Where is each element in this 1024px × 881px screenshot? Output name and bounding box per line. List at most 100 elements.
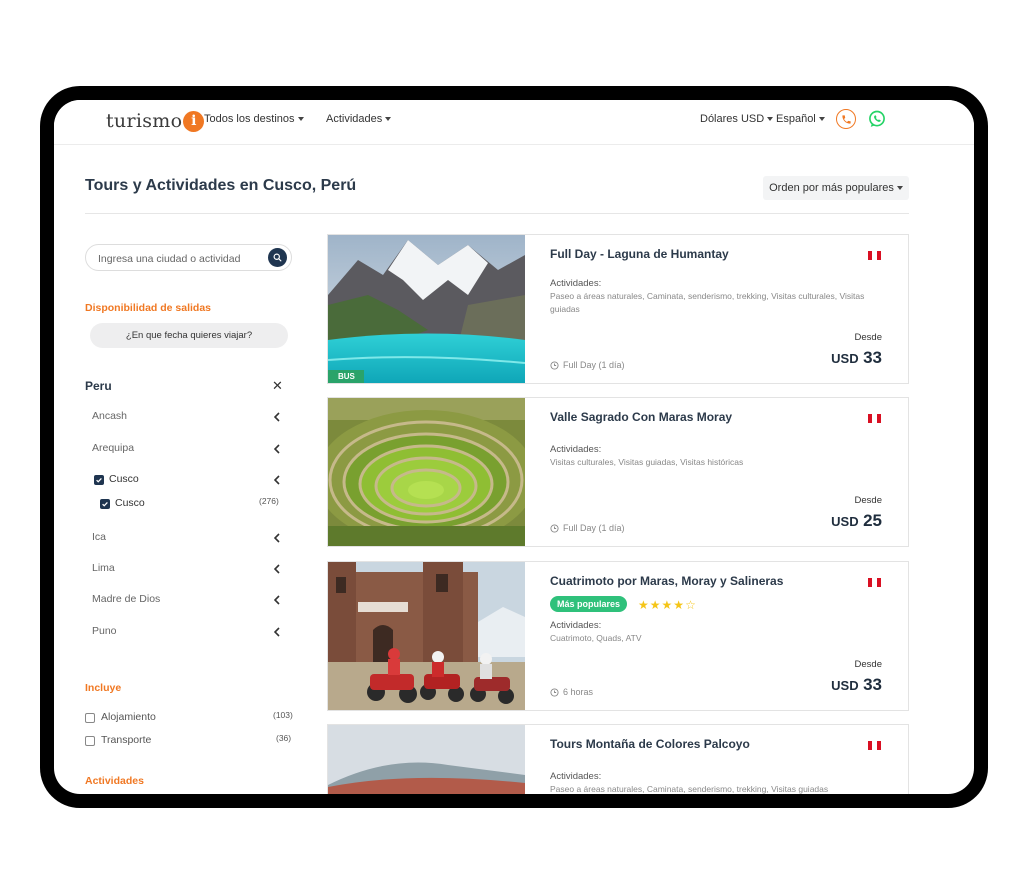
- price-amount: 25: [863, 511, 882, 530]
- tour-image-moray[interactable]: [328, 398, 525, 546]
- caret-down-icon: [767, 117, 774, 121]
- alojamiento-count: (103): [273, 710, 293, 720]
- whatsapp-button[interactable]: [867, 109, 887, 129]
- phone-button[interactable]: [836, 109, 856, 129]
- tour-duration: Full Day (1 día): [550, 360, 625, 370]
- tour-duration: Full Day (1 día): [550, 523, 625, 533]
- region-madre-de-dios[interactable]: Madre de Dios: [92, 593, 160, 605]
- language-label: Español: [776, 113, 816, 125]
- chevron-left-icon[interactable]: [274, 564, 280, 574]
- region-cusco-checkbox[interactable]: [94, 475, 104, 485]
- tablet-frame: turismo i Todos los destinos Actividades…: [40, 86, 988, 808]
- chevron-left-icon[interactable]: [274, 627, 280, 637]
- subregion-cusco-checkbox[interactable]: [100, 499, 110, 509]
- clock-icon: [550, 687, 559, 697]
- transporte-checkbox[interactable]: [85, 736, 95, 746]
- search-box: [85, 244, 292, 271]
- region-cusco[interactable]: Cusco: [109, 473, 139, 485]
- activities-filter-title: Actividades: [85, 775, 144, 787]
- caret-down-icon: [896, 186, 903, 190]
- clock-icon: [550, 523, 559, 533]
- currency-label: Dólares USD: [700, 113, 765, 125]
- nav-actividades-label: Actividades: [326, 113, 383, 125]
- country-filter-title: Peru: [85, 379, 112, 393]
- duration-text: 6 horas: [563, 687, 594, 697]
- clock-icon: [550, 360, 559, 370]
- search-button[interactable]: [268, 248, 287, 267]
- caret-down-icon: [818, 117, 825, 121]
- language-dropdown[interactable]: Español: [776, 113, 825, 125]
- from-label: Desde: [854, 495, 882, 506]
- availability-title: Disponibilidad de salidas: [85, 302, 212, 314]
- tour-price: USD 33: [831, 675, 882, 695]
- chevron-left-icon[interactable]: [274, 533, 280, 543]
- star-filled-icon: ★: [661, 598, 674, 612]
- chevron-left-icon[interactable]: [274, 595, 280, 605]
- region-puno[interactable]: Puno: [92, 625, 117, 637]
- activities-label: Actividades:: [550, 278, 602, 289]
- nav-actividades-dropdown[interactable]: Actividades: [326, 113, 392, 125]
- price-currency: USD: [831, 351, 859, 366]
- alojamiento-checkbox[interactable]: [85, 713, 95, 723]
- date-picker-button[interactable]: ¿En que fecha quieres viajar?: [90, 323, 288, 348]
- atv-church-image: [328, 562, 525, 710]
- search-input[interactable]: [96, 248, 265, 269]
- region-lima[interactable]: Lima: [92, 562, 115, 574]
- tour-title[interactable]: Tours Montaña de Colores Palcoyo: [550, 737, 750, 751]
- logo-info-icon: i: [183, 110, 205, 132]
- top-navbar: turismo i Todos los destinos Actividades…: [54, 100, 974, 145]
- duration-text: Full Day (1 día): [563, 360, 625, 370]
- activities-list: Visitas culturales, Visitas guiadas, Vis…: [550, 457, 744, 467]
- humantay-lagoon-image: [328, 235, 525, 383]
- tablet-screen: turismo i Todos los destinos Actividades…: [54, 100, 974, 794]
- rainbow-mountain-image: [328, 725, 525, 794]
- peru-flag-icon: [868, 414, 881, 423]
- star-filled-icon: ★: [673, 598, 686, 612]
- price-amount: 33: [863, 675, 882, 694]
- tour-price: USD 25: [831, 511, 882, 531]
- checkmark-icon: [102, 501, 108, 507]
- tour-image-humantay[interactable]: BUS: [328, 235, 525, 383]
- rating-stars: ★★★★☆: [638, 598, 697, 612]
- site-logo[interactable]: turismo i: [106, 108, 205, 134]
- checkmark-icon: [96, 477, 102, 483]
- nav-destinos-label: Todos los destinos: [204, 113, 295, 125]
- activities-list: Paseo a áreas naturales, Caminata, sende…: [550, 784, 829, 794]
- subregion-cusco[interactable]: Cusco: [115, 497, 145, 509]
- bus-badge: BUS: [328, 370, 364, 383]
- nav-destinos-dropdown[interactable]: Todos los destinos: [204, 113, 304, 125]
- tour-title[interactable]: Valle Sagrado Con Maras Moray: [550, 410, 732, 424]
- peru-flag-icon: [868, 251, 881, 260]
- region-arequipa[interactable]: Arequipa: [92, 442, 134, 454]
- tour-card[interactable]: Tours Montaña de Colores Palcoyo Activid…: [327, 724, 909, 794]
- sort-dropdown[interactable]: Orden por más populares: [763, 176, 909, 200]
- tour-card[interactable]: BUS Full Day - Laguna de Humantay Activi…: [327, 234, 909, 384]
- includes-title: Incluye: [85, 682, 122, 694]
- chevron-left-icon[interactable]: [274, 412, 280, 422]
- transporte-label[interactable]: Transporte: [101, 734, 151, 746]
- tour-image-palcoyo[interactable]: [328, 725, 525, 794]
- whatsapp-icon: [869, 110, 885, 127]
- currency-dropdown[interactable]: Dólares USD: [700, 113, 774, 125]
- tour-card[interactable]: Cuatrimoto por Maras, Moray y Salineras …: [327, 561, 909, 711]
- tour-title[interactable]: Full Day - Laguna de Humantay: [550, 247, 729, 261]
- tour-image-cuatrimoto[interactable]: [328, 562, 525, 710]
- chevron-left-icon[interactable]: [274, 444, 280, 454]
- caret-down-icon: [297, 117, 304, 121]
- region-ancash[interactable]: Ancash: [92, 410, 127, 422]
- clear-country-icon[interactable]: ✕: [272, 378, 283, 394]
- star-filled-icon: ★: [638, 598, 650, 612]
- tour-price: USD 33: [831, 348, 882, 368]
- search-icon: [273, 253, 282, 262]
- activities-label: Actividades:: [550, 620, 602, 631]
- page-title: Tours y Actividades en Cusco, Perú: [85, 177, 357, 194]
- transporte-count: (36): [276, 733, 292, 743]
- alojamiento-label[interactable]: Alojamiento: [101, 711, 156, 723]
- phone-icon: [841, 114, 851, 124]
- region-ica[interactable]: Ica: [92, 531, 106, 543]
- from-label: Desde: [854, 659, 882, 670]
- tour-card[interactable]: Valle Sagrado Con Maras Moray Actividade…: [327, 397, 909, 547]
- tour-title[interactable]: Cuatrimoto por Maras, Moray y Salineras: [550, 574, 783, 588]
- star-empty-icon: ☆: [685, 598, 697, 612]
- chevron-left-icon[interactable]: [274, 475, 280, 485]
